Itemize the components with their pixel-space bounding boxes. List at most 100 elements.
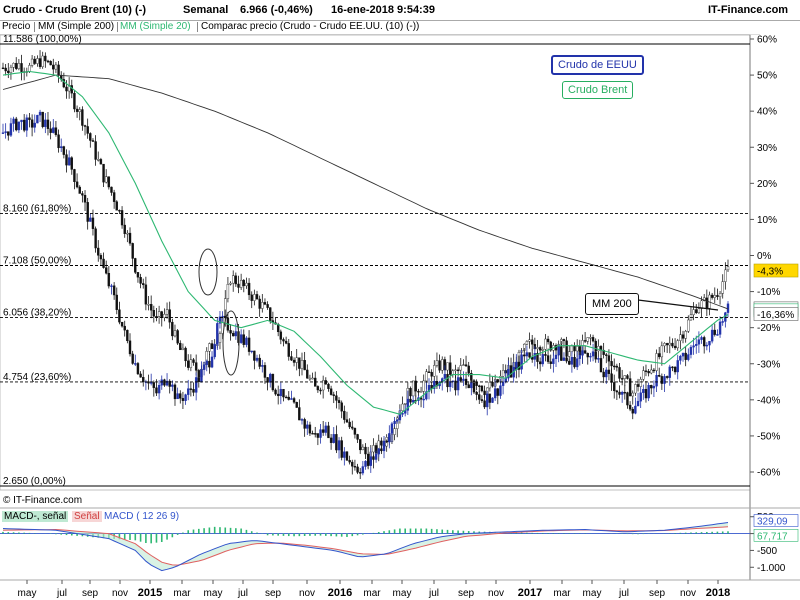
wti-candle-body (343, 451, 346, 458)
wti-candle-body (642, 389, 645, 393)
brent-candle-body (626, 375, 629, 379)
brent-candle-body (586, 337, 589, 342)
wti-candle-body (284, 396, 288, 399)
wti-candle-body (528, 352, 531, 358)
brent-candle-body (269, 307, 272, 321)
wti-candle-body (472, 382, 476, 393)
wti-candle-body (287, 396, 290, 400)
pct-tick-label: -50% (757, 431, 780, 442)
wti-candle-body (591, 351, 595, 357)
wti-candle-body (163, 379, 166, 386)
brent-candle-body (239, 279, 243, 288)
wti-candle-body (393, 421, 396, 424)
x-tick-label: may (18, 588, 37, 599)
wti-annotation: Crudo de EEUU (551, 55, 644, 75)
wti-candle-body (456, 377, 460, 391)
wti-candle-body (538, 361, 542, 365)
wti-candle-body (520, 354, 523, 370)
brent-candle-body (255, 294, 259, 300)
brent-candle-body (78, 109, 81, 112)
brent-candle-body (12, 62, 15, 68)
brent-candle-body (337, 400, 341, 403)
wti-candle-body (549, 361, 552, 364)
brent-candle-body (528, 339, 531, 342)
wti-candle-body (33, 122, 36, 128)
fib-level-label: 11.586 (100,00%) (3, 34, 82, 45)
wti-candle-body (636, 400, 640, 407)
brent-candle-body (131, 243, 134, 259)
pct-tick-label: -20% (757, 323, 780, 334)
wti-candle-body (306, 424, 309, 429)
brent-candle-body (44, 55, 47, 62)
brent-candle-body (480, 385, 484, 392)
brent-candle-body (348, 421, 351, 428)
wti-candle-body (181, 398, 185, 401)
wti-candle-body (377, 448, 380, 455)
macd-signal-line (2, 526, 729, 566)
brent-candle-body (52, 64, 55, 70)
brent-candle-body (668, 342, 671, 346)
pct-tick-label: -10% (757, 287, 780, 298)
brent-candle-body (639, 379, 642, 387)
wti-candle-body (189, 388, 193, 390)
macd-value-badge: 67,717 (753, 528, 799, 542)
brent-candle-body (538, 347, 542, 351)
wti-candle-body (97, 247, 100, 256)
brent-candle-body (20, 63, 23, 72)
brent-candle-body (282, 339, 285, 342)
brent-candle-body (536, 347, 539, 350)
wti-candle-body (396, 419, 399, 422)
wti-candle-body (70, 157, 73, 170)
wti-candle-body (49, 128, 52, 133)
brent-candle-body (459, 365, 462, 371)
macd-legend-macd[interactable]: MACD ( 12 26 9) (104, 511, 179, 522)
brent-candle-body (441, 359, 444, 371)
wti-candle-body (716, 334, 719, 336)
brent-candle-body (118, 210, 121, 212)
brent-candle-body (345, 419, 349, 423)
wti-candle-body (36, 114, 39, 124)
brent-candle-body (628, 378, 632, 397)
wti-candle-body (676, 360, 679, 373)
pct-tick-label: 20% (757, 179, 777, 190)
wti-candle-body (197, 377, 201, 383)
macd-legend-hist[interactable]: MACD-, señal (2, 511, 69, 522)
macd-legend-signal[interactable]: Señal (72, 511, 102, 522)
wti-candle-body (597, 358, 600, 360)
pct-tick-label: 30% (757, 143, 777, 154)
brent-candle-body (525, 341, 529, 345)
brent-candle-body (607, 355, 611, 362)
wti-candle-body (279, 388, 283, 397)
brent-candle-body (660, 345, 664, 358)
brent-candle-body (38, 58, 42, 67)
wti-candle-body (57, 134, 60, 149)
wti-candle-body (533, 353, 537, 360)
wti-candle-body (480, 399, 484, 401)
copyright-label: © IT-Finance.com (3, 495, 83, 506)
wti-candle-body (599, 358, 603, 373)
brent-candle-body (194, 362, 198, 371)
brent-candle-body (620, 378, 624, 380)
brent-candle-body (433, 365, 436, 377)
wti-candle-body (359, 472, 362, 474)
wti-candle-body (44, 119, 47, 127)
wti-candle-body (655, 375, 658, 387)
brent-candle-body (102, 163, 105, 183)
wti-candle-body (67, 157, 71, 166)
wti-candle-body (673, 366, 677, 373)
wti-candle-body (568, 360, 571, 365)
brent-candle-body (456, 369, 460, 372)
brent-candle-body (652, 369, 656, 372)
wti-candle-body (200, 369, 203, 383)
brent-candle-body (210, 343, 214, 350)
brent-candle-body (46, 60, 50, 63)
wti-candle-body (319, 429, 322, 438)
wti-candle-body (353, 466, 357, 468)
brent-candle-body (128, 232, 132, 244)
wti-candle-body (282, 388, 285, 398)
brent-candle-body (692, 309, 695, 315)
wti-candle-body (139, 373, 142, 378)
brent-candle-body (427, 371, 431, 373)
wti-candle-body (496, 388, 499, 396)
wti-candle-body (623, 391, 627, 394)
